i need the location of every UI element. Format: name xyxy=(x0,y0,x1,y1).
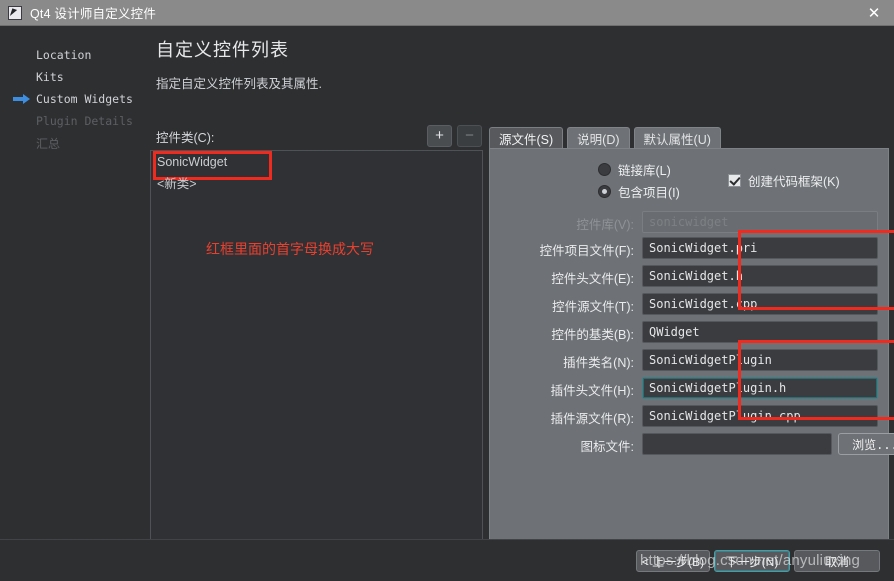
form-row-4: 控件的基类(B): QWidget xyxy=(490,321,890,343)
sidebar-item-2[interactable]: Custom Widgets xyxy=(0,88,146,110)
widget-class-list[interactable]: SonicWidget <新类> xyxy=(150,150,483,553)
close-icon[interactable]: ✕ xyxy=(854,0,894,26)
form-row-0: 控件库(V): sonicwidget xyxy=(490,211,890,233)
qt-designer-icon xyxy=(8,5,22,20)
tab-2[interactable]: 默认属性(U) xyxy=(633,127,721,149)
watermark-text: https://blog.csdn.net/anyuliuxing xyxy=(640,552,861,569)
field-label-1: 控件项目文件(F): xyxy=(539,244,634,258)
tab-1[interactable]: 说明(D) xyxy=(567,127,630,149)
sidebar-item-label: Kits xyxy=(36,70,64,84)
radio-row-include-project[interactable]: 包含项目(I) xyxy=(598,182,680,201)
field-label-4: 控件的基类(B): xyxy=(551,328,634,342)
radio-include-project-label: 包含项目(I) xyxy=(618,186,680,200)
form-row-5: 插件类名(N): SonicWidgetPlugin xyxy=(490,349,890,371)
checkbox-create-skeleton-icon[interactable] xyxy=(728,174,741,187)
form-row-3: 控件源文件(T): SonicWidget.cpp xyxy=(490,293,890,315)
icon-file-input[interactable] xyxy=(642,433,832,455)
form-row-6: 插件头文件(H): SonicWidgetPlugin.h xyxy=(490,377,890,399)
main-content: 自定义控件列表 指定自定义控件列表及其属性. 控件类(C): + − Sonic… xyxy=(146,26,894,581)
page-subtitle: 指定自定义控件列表及其属性. xyxy=(156,77,322,91)
radio-link-library-label: 链接库(L) xyxy=(618,164,671,178)
sidebar-item-label: Location xyxy=(36,48,92,62)
checkbox-create-skeleton-label: 创建代码框架(K) xyxy=(748,175,840,189)
remove-widget-class-button[interactable]: − xyxy=(457,125,482,147)
sidebar-item-label: Custom Widgets xyxy=(36,92,133,106)
radio-row-link-library[interactable]: 链接库(L) xyxy=(598,160,671,179)
list-item-label: <新类> xyxy=(157,177,197,191)
page-title: 自定义控件列表 xyxy=(156,40,289,60)
checkbox-row-create-skeleton[interactable]: 创建代码框架(K) xyxy=(728,171,840,190)
browse-button[interactable]: 浏览... xyxy=(838,433,894,455)
window-title: Qt4 设计师自定义控件 xyxy=(30,7,157,21)
tab-label: 默认属性(U) xyxy=(643,133,711,147)
tab-label: 说明(D) xyxy=(577,133,620,147)
list-item[interactable]: SonicWidget xyxy=(151,151,482,180)
field-label-5: 插件类名(N): xyxy=(563,356,634,370)
qt-designer-custom-widget-wizard: Qt4 设计师自定义控件 ✕ Location Kits Custom Widget… xyxy=(0,0,894,581)
field-input-1[interactable]: SonicWidget.pri xyxy=(642,237,878,259)
sidebar-item-4: 汇总 xyxy=(0,132,146,154)
sidebar-current-arrow-icon xyxy=(13,94,31,104)
list-item[interactable]: <新类> xyxy=(151,172,482,193)
form-row-1: 控件项目文件(F): SonicWidget.pri xyxy=(490,237,890,259)
sidebar-item-1[interactable]: Kits xyxy=(0,66,146,88)
field-label-7: 插件源文件(R): xyxy=(550,412,634,426)
wizard-sidebar: Location Kits Custom Widgets Plugin Details… xyxy=(0,26,146,581)
field-input-3[interactable]: SonicWidget.cpp xyxy=(642,293,878,315)
sidebar-item-0[interactable]: Location xyxy=(0,44,146,66)
icon-file-label: 图标文件: xyxy=(580,440,634,454)
field-label-2: 控件头文件(E): xyxy=(551,272,634,286)
field-input-6[interactable]: SonicWidgetPlugin.h xyxy=(642,377,878,399)
radio-link-library-icon[interactable] xyxy=(598,163,611,176)
field-label-3: 控件源文件(T): xyxy=(552,300,634,314)
add-widget-class-button[interactable]: + xyxy=(427,125,452,147)
field-input-7[interactable]: SonicWidgetPlugin.cpp xyxy=(642,405,878,427)
sidebar-item-3: Plugin Details xyxy=(0,110,146,132)
panel-tabs: 源文件(S) 说明(D) 默认属性(U) xyxy=(489,127,721,149)
widget-classes-label: 控件类(C): xyxy=(156,131,215,145)
form-row-7: 插件源文件(R): SonicWidgetPlugin.cpp xyxy=(490,405,890,427)
sidebar-item-label: 汇总 xyxy=(36,136,61,151)
form-row-icon-file: 图标文件: 浏览... xyxy=(490,433,894,455)
field-label-0: 控件库(V): xyxy=(576,218,634,232)
tab-label: 源文件(S) xyxy=(499,133,554,147)
field-input-0: sonicwidget xyxy=(642,211,878,233)
field-input-5[interactable]: SonicWidgetPlugin xyxy=(642,349,878,371)
red-annotation-text: 红框里面的首字母换成大写 xyxy=(206,241,374,257)
window-titlebar: Qt4 设计师自定义控件 ✕ xyxy=(0,0,894,26)
sidebar-item-label: Plugin Details xyxy=(36,114,133,128)
source-files-panel: 链接库(L) 包含项目(I) 创建代码框架(K) 控件库(V): sonicwid… xyxy=(489,148,894,553)
field-input-2[interactable]: SonicWidget.h xyxy=(642,265,878,287)
radio-include-project-icon[interactable] xyxy=(598,185,611,198)
list-item-label: SonicWidget xyxy=(157,154,228,169)
form-row-2: 控件头文件(E): SonicWidget.h xyxy=(490,265,890,287)
tab-0[interactable]: 源文件(S) xyxy=(489,127,564,149)
field-input-4[interactable]: QWidget xyxy=(642,321,878,343)
field-label-6: 插件头文件(H): xyxy=(550,384,634,398)
